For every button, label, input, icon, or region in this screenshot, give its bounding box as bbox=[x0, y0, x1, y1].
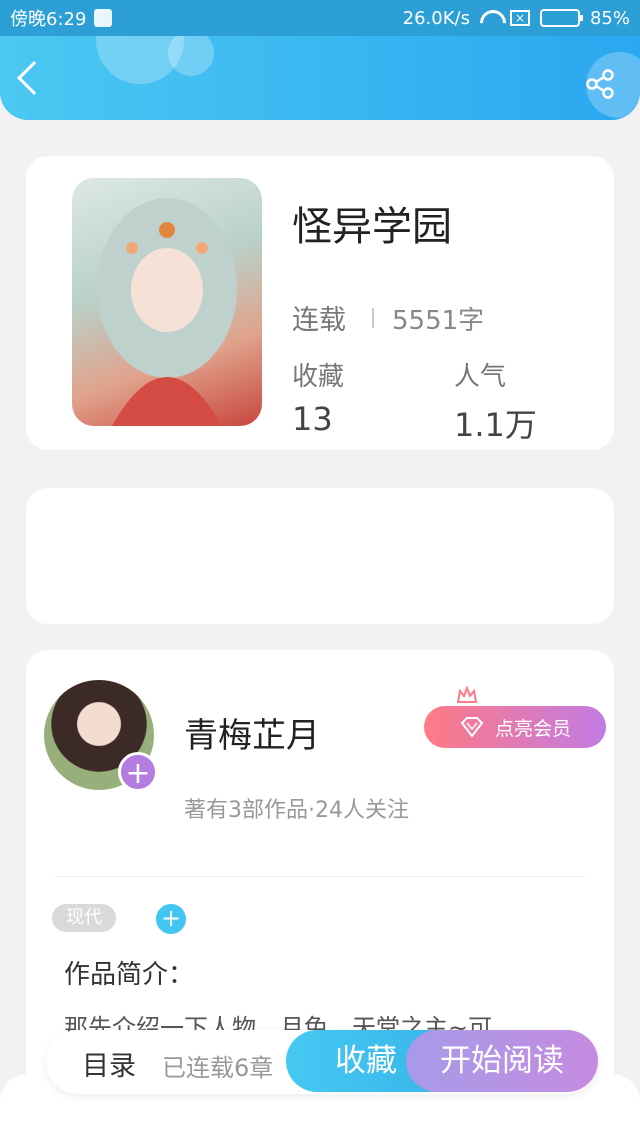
serial-status: 连载 bbox=[292, 305, 346, 336]
favorites-label: 收藏 bbox=[292, 362, 345, 392]
intro-title: 作品简介： bbox=[64, 960, 195, 990]
status-bar: 傍晚6:29 26.0K/s × 85% bbox=[0, 0, 640, 36]
popularity-count: 1.1万 bbox=[454, 406, 537, 444]
crown-icon bbox=[456, 686, 478, 703]
battery-percent: 85% bbox=[589, 7, 630, 29]
start-reading-button[interactable]: 开始阅读 bbox=[406, 1030, 598, 1092]
notification-icon bbox=[94, 9, 113, 27]
top-header bbox=[0, 36, 640, 120]
toc-button[interactable]: 目录 bbox=[82, 1044, 136, 1083]
empty-card bbox=[26, 488, 614, 624]
vip-button-label: 点亮会员 bbox=[494, 717, 571, 740]
word-count: 5551字 bbox=[392, 306, 485, 336]
book-cover-image[interactable] bbox=[72, 178, 262, 426]
vip-button[interactable]: 点亮会员 bbox=[424, 706, 606, 748]
wifi-icon bbox=[480, 10, 500, 26]
divider bbox=[372, 308, 374, 328]
back-button[interactable] bbox=[17, 61, 51, 95]
follow-plus-button[interactable]: + bbox=[118, 752, 158, 792]
diamond-icon bbox=[460, 717, 484, 737]
status-time: 傍晚6:29 bbox=[10, 9, 87, 30]
cover-illustration bbox=[97, 198, 237, 426]
author-meta: 著有3部作品·24人关注 bbox=[184, 798, 409, 823]
sim-off-icon: × bbox=[509, 10, 530, 26]
favorites-count: 13 bbox=[292, 400, 333, 438]
popularity-label: 人气 bbox=[454, 362, 507, 392]
add-tag-button[interactable]: + bbox=[156, 904, 186, 934]
network-speed: 26.0K/s bbox=[402, 7, 470, 29]
author-name[interactable]: 青梅芷月 bbox=[184, 708, 320, 757]
chapter-count: 已连载6章 bbox=[162, 1054, 274, 1082]
genre-tag[interactable]: 现代 bbox=[52, 904, 116, 932]
divider bbox=[54, 876, 586, 877]
share-icon[interactable] bbox=[584, 68, 616, 100]
decor-bubble bbox=[168, 36, 214, 76]
book-title: 怪异学园 bbox=[292, 204, 452, 250]
book-info-card: 怪异学园 连载 5551字 收藏 人气 13 1.1万 bbox=[26, 156, 614, 450]
battery-icon bbox=[539, 9, 583, 27]
